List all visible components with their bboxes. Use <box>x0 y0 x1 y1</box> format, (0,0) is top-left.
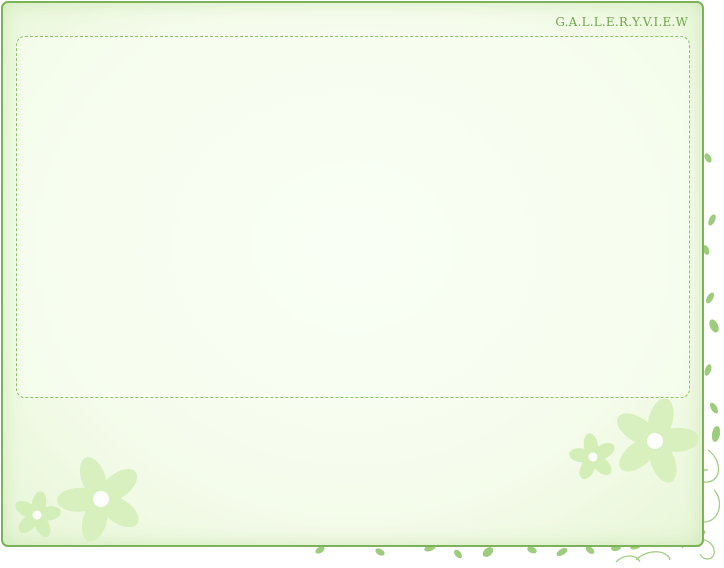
gallery-frame: G.A.L.L.E.R.Y.V.I.E.W <box>1 1 704 547</box>
gallery-viewport[interactable] <box>16 36 690 398</box>
gallery-title: G.A.L.L.E.R.Y.V.I.E.W <box>555 15 688 29</box>
flower-icon <box>12 455 145 545</box>
flower-icon <box>568 399 699 487</box>
gallery-view-stage: G.A.L.L.E.R.Y.V.I.E.W <box>0 0 724 568</box>
